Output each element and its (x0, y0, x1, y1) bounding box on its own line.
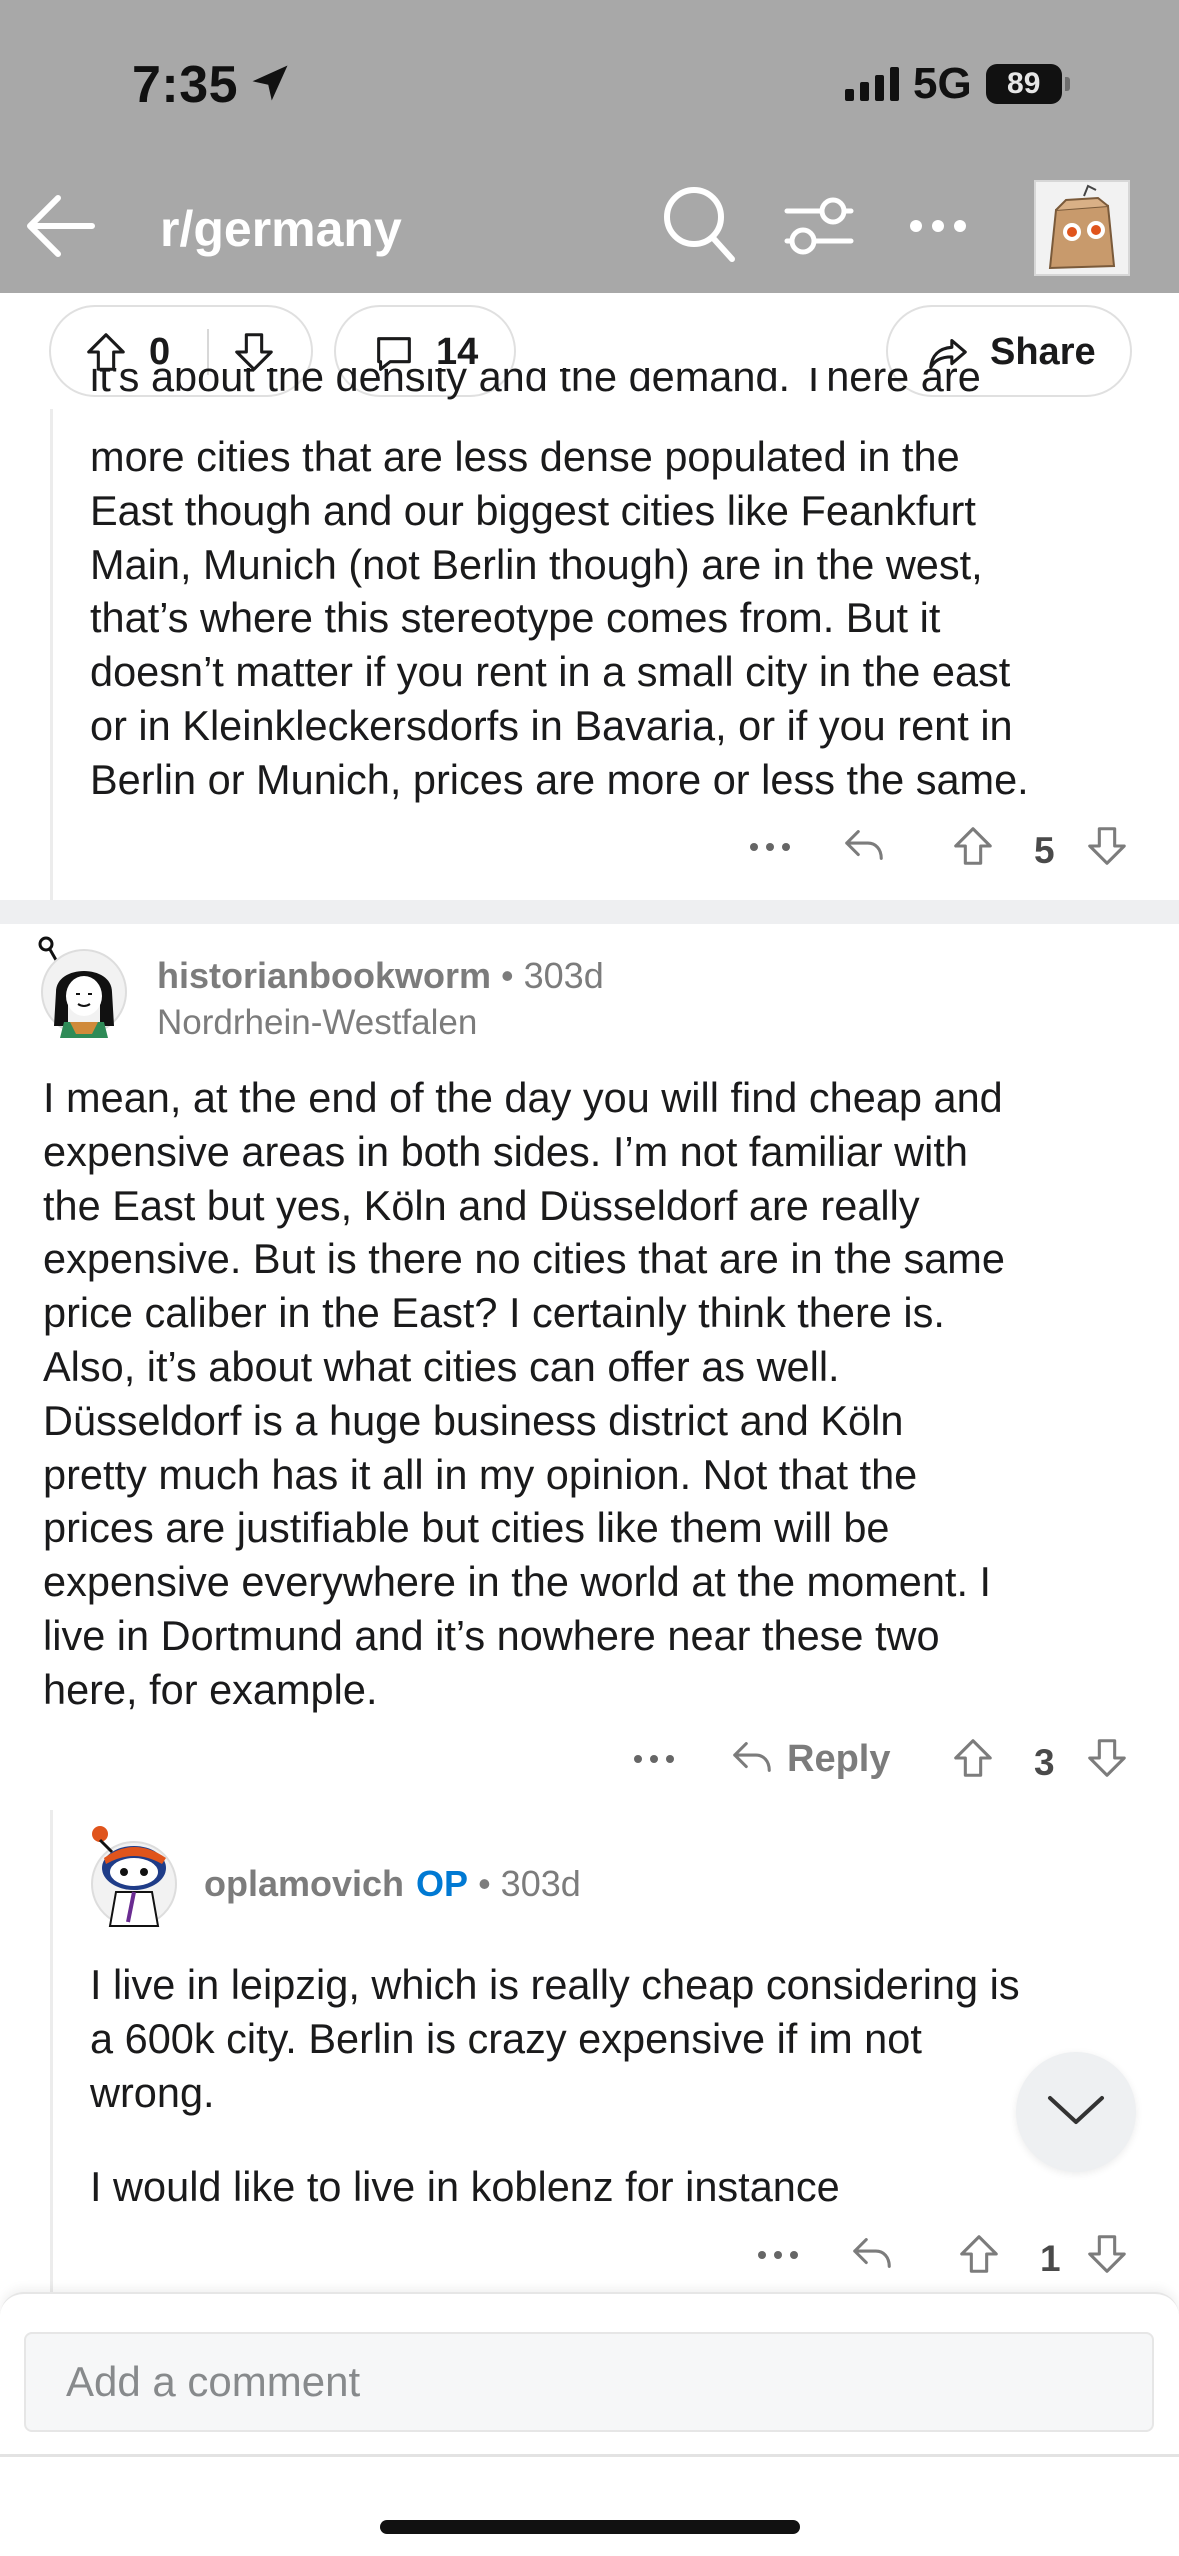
reply-icon[interactable] (726, 1734, 778, 1785)
avatar[interactable] (82, 1818, 182, 1934)
thread-line[interactable] (50, 1810, 53, 2300)
comment-line: I live in leipzig, which is really cheap… (90, 1961, 1020, 2008)
comment-line: here, for example. (43, 1665, 378, 1713)
reply-button[interactable]: Reply (787, 1738, 890, 1781)
user-avatar[interactable] (1034, 180, 1130, 276)
comment-composer (0, 2292, 1179, 2556)
share-label: Share (990, 331, 1096, 373)
location-arrow-icon (249, 62, 291, 109)
comment-line: pretty much has it all in my opinion. No… (43, 1450, 918, 1498)
more-options-icon[interactable] (632, 1752, 676, 1770)
comment-line: more cities that are less dense populate… (90, 433, 960, 480)
user-flair: Nordrhein-Westfalen (157, 1003, 478, 1042)
downvote-icon[interactable] (1084, 1734, 1130, 1787)
battery-icon: 89 (985, 64, 1070, 104)
comment-line: prices are justifiable but cities like t… (43, 1504, 890, 1552)
comment-line: expensive areas in both sides. I’m not f… (43, 1127, 968, 1175)
comment-score: 3 (1034, 1742, 1055, 1783)
comment-line: East though and our biggest cities like … (90, 486, 976, 534)
comment-line: price caliber in the East? I certainly t… (43, 1289, 945, 1337)
comment-line: expensive. But is there no cities that a… (43, 1235, 1005, 1283)
meta-dot: • (501, 955, 514, 996)
battery-level: 89 (1007, 67, 1041, 100)
username[interactable]: historianbookworm (157, 955, 491, 997)
back-arrow-icon[interactable] (22, 190, 102, 267)
username[interactable]: oplamovich (204, 1863, 404, 1905)
reply-icon[interactable] (846, 2230, 898, 2281)
downvote-icon[interactable] (1084, 2230, 1130, 2283)
comment-partial-line: it's about the density and the demand. T… (90, 368, 981, 400)
status-indicators: 5G 89 (845, 58, 1070, 110)
upvote-icon[interactable] (950, 1734, 996, 1787)
comment-line: that’s where this stereotype comes from.… (90, 594, 941, 642)
comment-body: I mean, at the end of the day you will f… (43, 1071, 1005, 1717)
comment-line: wrong. (90, 2068, 215, 2116)
signal-strength-icon (845, 67, 899, 101)
comment-score: 5 (1034, 830, 1055, 871)
comment-line: a 600k city. Berlin is crazy expensive i… (90, 2014, 922, 2062)
reply-icon[interactable] (838, 822, 890, 873)
more-options-icon[interactable] (756, 2248, 800, 2266)
search-icon[interactable] (660, 183, 738, 270)
comment-line: or in Kleinkleckersdorfs in Bavaria, or … (90, 701, 1013, 749)
thread-line[interactable] (50, 409, 53, 900)
meta-dot: • (478, 1863, 491, 1904)
comment-line: I mean, at the end of the day you will f… (43, 1074, 1003, 1121)
network-type: 5G (913, 59, 972, 108)
comment-body: more cities that are less dense populate… (90, 430, 1029, 807)
comment-input[interactable] (24, 2332, 1154, 2432)
comment-line: Berlin or Munich, prices are more or les… (90, 755, 1029, 803)
comment-line: Düsseldorf is a huge business district a… (43, 1396, 904, 1444)
upvote-icon[interactable] (956, 2230, 1002, 2283)
comment-meta: historianbookworm • 303d (157, 955, 604, 997)
comment-line: doesn’t matter if you rent in a small ci… (90, 648, 1011, 696)
comment-body-paragraph: I would like to live in koblenz for inst… (90, 2163, 840, 2210)
divider (0, 2454, 1179, 2457)
comment-meta: oplamovich OP • 303d (204, 1863, 581, 1905)
op-badge: OP (416, 1863, 469, 1904)
comment-line: live in Dortmund and it’s nowhere near t… (43, 1611, 940, 1659)
scroll-down-button[interactable] (1016, 2052, 1136, 2172)
avatar[interactable] (34, 934, 130, 1046)
comment-age: 303d (523, 955, 604, 996)
chevron-down-icon (1046, 2092, 1106, 2133)
comment-separator (0, 900, 1179, 924)
app-header: 7:35 5G 89 r/germany (0, 0, 1179, 293)
comment-line: expensive everywhere in the world at the… (43, 1558, 992, 1606)
downvote-icon[interactable] (1084, 822, 1130, 875)
more-options-icon[interactable] (748, 840, 792, 858)
more-horizontal-icon[interactable] (908, 218, 968, 239)
status-time: 7:35 (132, 56, 239, 114)
comment-age: 303d (500, 1863, 581, 1904)
sliders-icon[interactable] (783, 195, 855, 262)
comment-line: Also, it’s about what cities can offer a… (43, 1342, 840, 1390)
comment-score: 1 (1040, 2238, 1061, 2279)
subreddit-title[interactable]: r/germany (160, 200, 402, 258)
comment-body: I live in leipzig, which is really cheap… (90, 1958, 1020, 2119)
comment-line: Main, Munich (not Berlin though) are in … (90, 540, 983, 588)
upvote-icon[interactable] (950, 822, 996, 875)
comment-line: the East but yes, Köln and Düsseldorf ar… (43, 1181, 920, 1229)
home-indicator[interactable] (380, 2520, 800, 2534)
